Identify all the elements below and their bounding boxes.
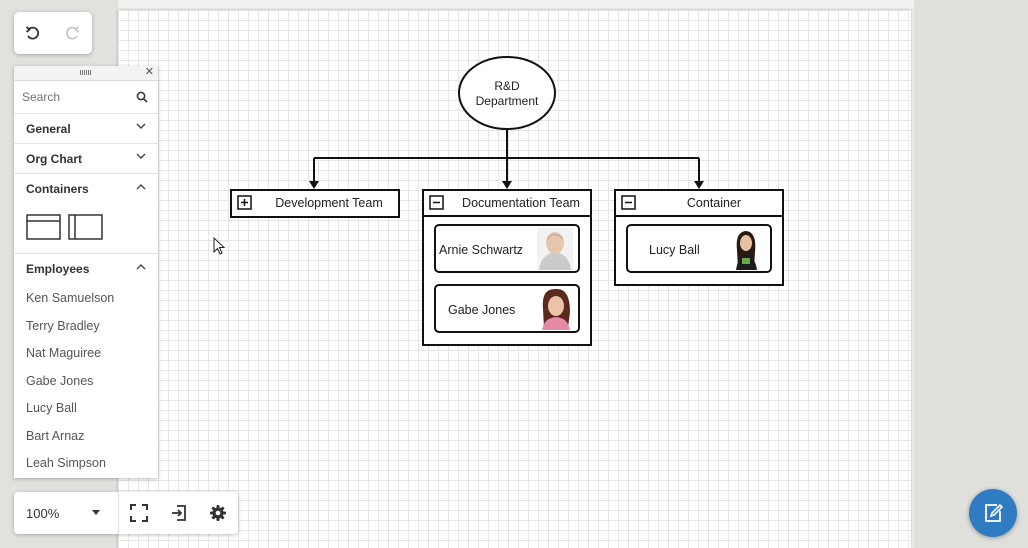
employee-card-lucy-ball[interactable]: Lucy Ball <box>626 224 772 273</box>
export-icon <box>172 505 186 521</box>
shapes-panel: ✕ General Org Chart Containers <box>14 66 158 478</box>
connector-arrows <box>309 181 704 189</box>
chevron-up-icon <box>136 184 146 190</box>
gear-icon <box>210 505 226 521</box>
avatar <box>537 228 573 270</box>
container-development-team[interactable]: Development Team <box>230 189 400 218</box>
root-node[interactable]: R&D Department <box>458 56 556 130</box>
undo-button[interactable] <box>22 22 44 44</box>
redo-button[interactable] <box>61 22 83 44</box>
container-generic[interactable]: Container Lucy Ball <box>614 189 784 286</box>
employee-card-arnie-schwartz[interactable]: Arnie Schwartz <box>434 224 580 273</box>
export-button[interactable] <box>169 503 189 523</box>
employee-list: Ken Samuelson Terry Bradley Nat Maguiree… <box>14 283 158 478</box>
list-item[interactable]: Bart Arnaz <box>14 423 158 451</box>
container-title: Documentation Team <box>462 196 580 210</box>
category-employees[interactable]: Employees <box>14 254 158 283</box>
employee-name: Arnie Schwartz <box>439 243 523 257</box>
edit-icon <box>985 503 1004 522</box>
list-item[interactable]: Terry Bradley <box>14 313 158 341</box>
category-label: General <box>26 122 71 136</box>
containers-shapes <box>14 203 158 254</box>
category-containers[interactable]: Containers <box>14 174 158 203</box>
root-node-line2: Department <box>476 94 539 108</box>
category-label: Employees <box>26 262 90 276</box>
panel-header[interactable]: ✕ <box>14 66 158 81</box>
zoom-toolbar: 100% <box>14 492 238 534</box>
employee-name: Lucy Ball <box>649 243 700 257</box>
list-item[interactable]: Nat Maguiree <box>14 340 158 368</box>
expand-icon[interactable] <box>237 195 252 210</box>
fullscreen-button[interactable] <box>129 503 149 523</box>
undo-redo-toolbar <box>14 12 92 54</box>
chevron-up-icon <box>136 264 146 270</box>
container-shapes-icons <box>26 214 103 240</box>
caret-down-icon <box>92 510 100 515</box>
chevron-down-icon <box>136 123 146 129</box>
container-title: Development Team <box>275 196 382 210</box>
employee-card-gabe-jones[interactable]: Gabe Jones <box>434 284 580 333</box>
avatar <box>729 228 765 270</box>
category-org-chart[interactable]: Org Chart <box>14 144 158 174</box>
undo-icon <box>25 26 40 40</box>
category-label: Org Chart <box>26 152 83 166</box>
vertical-container-icon[interactable] <box>68 214 103 240</box>
right-rail <box>914 0 1028 548</box>
category-general[interactable]: General <box>14 114 158 144</box>
chevron-down-icon <box>136 153 146 159</box>
mouse-cursor-icon <box>213 237 226 255</box>
employee-name: Gabe Jones <box>448 303 515 317</box>
drag-handle-icon[interactable] <box>80 70 92 75</box>
settings-button[interactable] <box>208 503 228 523</box>
avatar <box>537 288 573 330</box>
collapse-icon[interactable] <box>621 195 636 210</box>
connectors <box>313 130 700 186</box>
list-item[interactable]: Leah Simpson <box>14 450 158 478</box>
search-icon[interactable] <box>136 91 148 103</box>
list-item[interactable]: Gabe Jones <box>14 368 158 396</box>
list-item[interactable]: Lucy Ball <box>14 395 158 423</box>
divider <box>118 492 119 534</box>
diagram-canvas[interactable]: R&D Department Development Team Document… <box>118 10 911 548</box>
zoom-value: 100% <box>26 506 60 521</box>
root-node-line1: R&D <box>494 79 520 93</box>
search-input[interactable] <box>22 89 130 105</box>
fullscreen-icon <box>130 504 148 522</box>
list-item[interactable]: Ken Samuelson <box>14 285 158 313</box>
edit-fab-button[interactable] <box>969 489 1017 537</box>
category-label: Containers <box>26 182 89 196</box>
close-icon[interactable]: ✕ <box>145 66 154 78</box>
container-documentation-team[interactable]: Documentation Team Arnie Schwartz Gabe J… <box>422 189 592 346</box>
collapse-icon[interactable] <box>429 195 444 210</box>
container-title: Container <box>687 196 741 210</box>
horizontal-container-icon[interactable] <box>26 214 61 240</box>
diagram-svg[interactable]: R&D Department Development Team Document… <box>118 10 911 548</box>
redo-icon <box>65 26 80 40</box>
shape-search <box>14 81 158 114</box>
